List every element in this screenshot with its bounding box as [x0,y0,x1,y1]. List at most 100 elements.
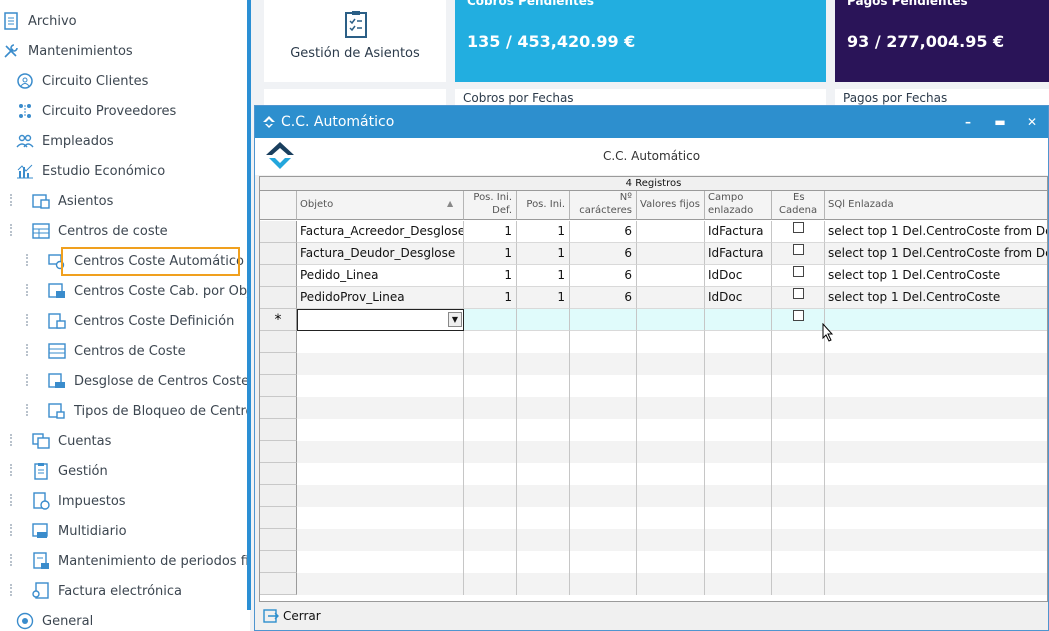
checkbox[interactable] [793,244,804,255]
cell-n[interactable]: 6 [570,243,637,265]
cell-pos-ini[interactable]: 1 [517,243,570,265]
sidebar-item-centros-coste-cab[interactable]: Centros Coste Cab. por Objeto [48,276,250,306]
window-title: C.C. Automático [281,114,395,130]
cell-campo[interactable]: IdFactura [705,243,772,265]
cell-cadena[interactable] [772,243,825,265]
empty-cell [637,331,705,353]
cell-valores[interactable] [637,221,705,243]
sidebar-item-centros-coste-definicion[interactable]: Centros Coste Definición [48,306,234,336]
new-row-cell[interactable] [464,309,517,331]
cell-valores[interactable] [637,287,705,309]
cell-n[interactable]: 6 [570,221,637,243]
sidebar-item-gestion[interactable]: Gestión [32,456,108,486]
col-header-objeto[interactable]: Objeto ▲ [297,191,464,220]
sidebar-item-desglose[interactable]: Desglose de Centros Coste Línea [48,366,250,396]
close-window-button[interactable]: ✕ [1016,106,1048,138]
new-row-es-cadena[interactable] [772,309,825,331]
cerrar-button[interactable]: Cerrar [263,605,321,627]
col-header-sql[interactable]: SQl Enlazada [825,191,1047,220]
cell-pos-def[interactable]: 1 [464,221,517,243]
cell-cadena[interactable] [772,287,825,309]
cell-n[interactable]: 6 [570,265,637,287]
cell-pos-def[interactable]: 1 [464,287,517,309]
sidebar-item-periodos-fiscales[interactable]: Mantenimiento de periodos fiscales [32,546,250,576]
sidebar-item-centros-de-coste-2[interactable]: Centros de Coste [48,336,186,366]
maximize-button[interactable]: ▬ [984,106,1016,138]
col-header-campo-enlazado[interactable]: Campo enlazado [705,191,772,220]
cell-sql[interactable]: select top 1 Del.CentroCoste from De [825,243,1047,265]
cell-campo[interactable]: IdDoc [705,265,772,287]
new-row-cell[interactable] [705,309,772,331]
empty-cell [517,331,570,353]
row-selector [260,331,297,353]
sidebar-item-label: Mantenimientos [28,43,133,59]
cell-sql[interactable]: select top 1 Del.CentroCoste from De [825,221,1047,243]
sidebar-item-circuito-proveedores[interactable]: Circuito Proveedores [16,96,176,126]
ledger-icon [32,192,50,210]
cell-cadena[interactable] [772,265,825,287]
cobros-pendientes-card[interactable]: Cobros Pendientes 135 / 453,420.99 € [455,0,826,82]
cell-objeto[interactable]: Factura_Acreedor_Desglose [297,221,464,243]
cell-cadena[interactable] [772,221,825,243]
col-header-n-caracteres[interactable]: Nº carácteres [570,191,637,220]
col-header-pos-ini-def[interactable]: Pos. Ini. Def. [464,191,517,220]
row-selector[interactable] [260,243,297,265]
sidebar-item-asientos[interactable]: Asientos [32,186,113,216]
sidebar-item-multidiario[interactable]: Multidiario [32,516,127,546]
tree-connector [26,254,28,266]
sidebar-item-label: Tipos de Bloqueo de Centros de Coste [74,403,250,419]
chevron-down-icon[interactable]: ▼ [448,312,462,327]
col-header-valores-fijos[interactable]: Valores fijos [637,191,705,220]
sidebar-item-archivo[interactable]: Archivo [2,6,77,36]
cell-campo[interactable]: IdFactura [705,221,772,243]
sidebar-item-general[interactable]: General [16,606,93,631]
dialog-titlebar[interactable]: C.C. Automático – ▬ ✕ [255,106,1048,138]
cell-objeto[interactable]: PedidoProv_Linea [297,287,464,309]
gestion-asientos-card[interactable]: Gestión de Asientos [264,0,446,82]
checkbox[interactable] [793,288,804,299]
sidebar-item-circuito-clientes[interactable]: Circuito Clientes [16,66,148,96]
checkbox[interactable] [793,310,804,321]
cell-objeto[interactable]: Pedido_Linea [297,265,464,287]
checkbox[interactable] [793,266,804,277]
new-row-cell[interactable] [637,309,705,331]
new-row-cell[interactable] [825,309,1047,331]
sidebar-item-centros-de-coste[interactable]: Centros de coste [32,216,168,246]
sidebar-item-empleados[interactable]: Empleados [16,126,114,156]
sidebar-resize-handle[interactable] [247,0,251,610]
sidebar-item-label: Empleados [42,133,114,149]
empty-cell [705,463,772,485]
col-header-pos-ini[interactable]: Pos. Ini. [517,191,570,220]
sidebar-item-mantenimientos[interactable]: Mantenimientos [2,36,133,66]
cell-n[interactable]: 6 [570,287,637,309]
cell-pos-def[interactable]: 1 [464,265,517,287]
col-header-es-cadena[interactable]: Es Cadena [772,191,825,220]
new-row-objeto-select[interactable]: ▼ [297,309,464,331]
cell-objeto[interactable]: Factura_Deudor_Desglose [297,243,464,265]
checkbox[interactable] [793,222,804,233]
sidebar-item-factura-electronica[interactable]: Factura electrónica [32,576,182,606]
new-row-cell[interactable] [570,309,637,331]
cell-pos-ini[interactable]: 1 [517,265,570,287]
sidebar-item-tipos-bloqueo[interactable]: Tipos de Bloqueo de Centros de Coste [48,396,250,426]
minimize-button[interactable]: – [952,106,984,138]
sidebar-item-cuentas[interactable]: Cuentas [32,426,111,456]
cell-pos-ini[interactable]: 1 [517,221,570,243]
col-label: Objeto [300,199,334,210]
cerrar-label: Cerrar [283,609,321,623]
cell-pos-ini[interactable]: 1 [517,287,570,309]
cell-pos-def[interactable]: 1 [464,243,517,265]
cell-valores[interactable] [637,265,705,287]
empty-cell [464,375,517,397]
row-selector[interactable] [260,265,297,287]
cell-campo[interactable]: IdDoc [705,287,772,309]
pagos-pendientes-card[interactable]: Pagos Pendientes 93 / 277,004.95 € [835,0,1049,82]
new-row-cell[interactable] [517,309,570,331]
cell-sql[interactable]: select top 1 Del.CentroCoste [825,265,1047,287]
cell-sql[interactable]: select top 1 Del.CentroCoste [825,287,1047,309]
sidebar-item-estudio-economico[interactable]: Estudio Económico [16,156,165,186]
row-selector[interactable] [260,221,297,243]
cell-valores[interactable] [637,243,705,265]
row-selector[interactable] [260,287,297,309]
sidebar-item-impuestos[interactable]: Impuestos [32,486,126,516]
